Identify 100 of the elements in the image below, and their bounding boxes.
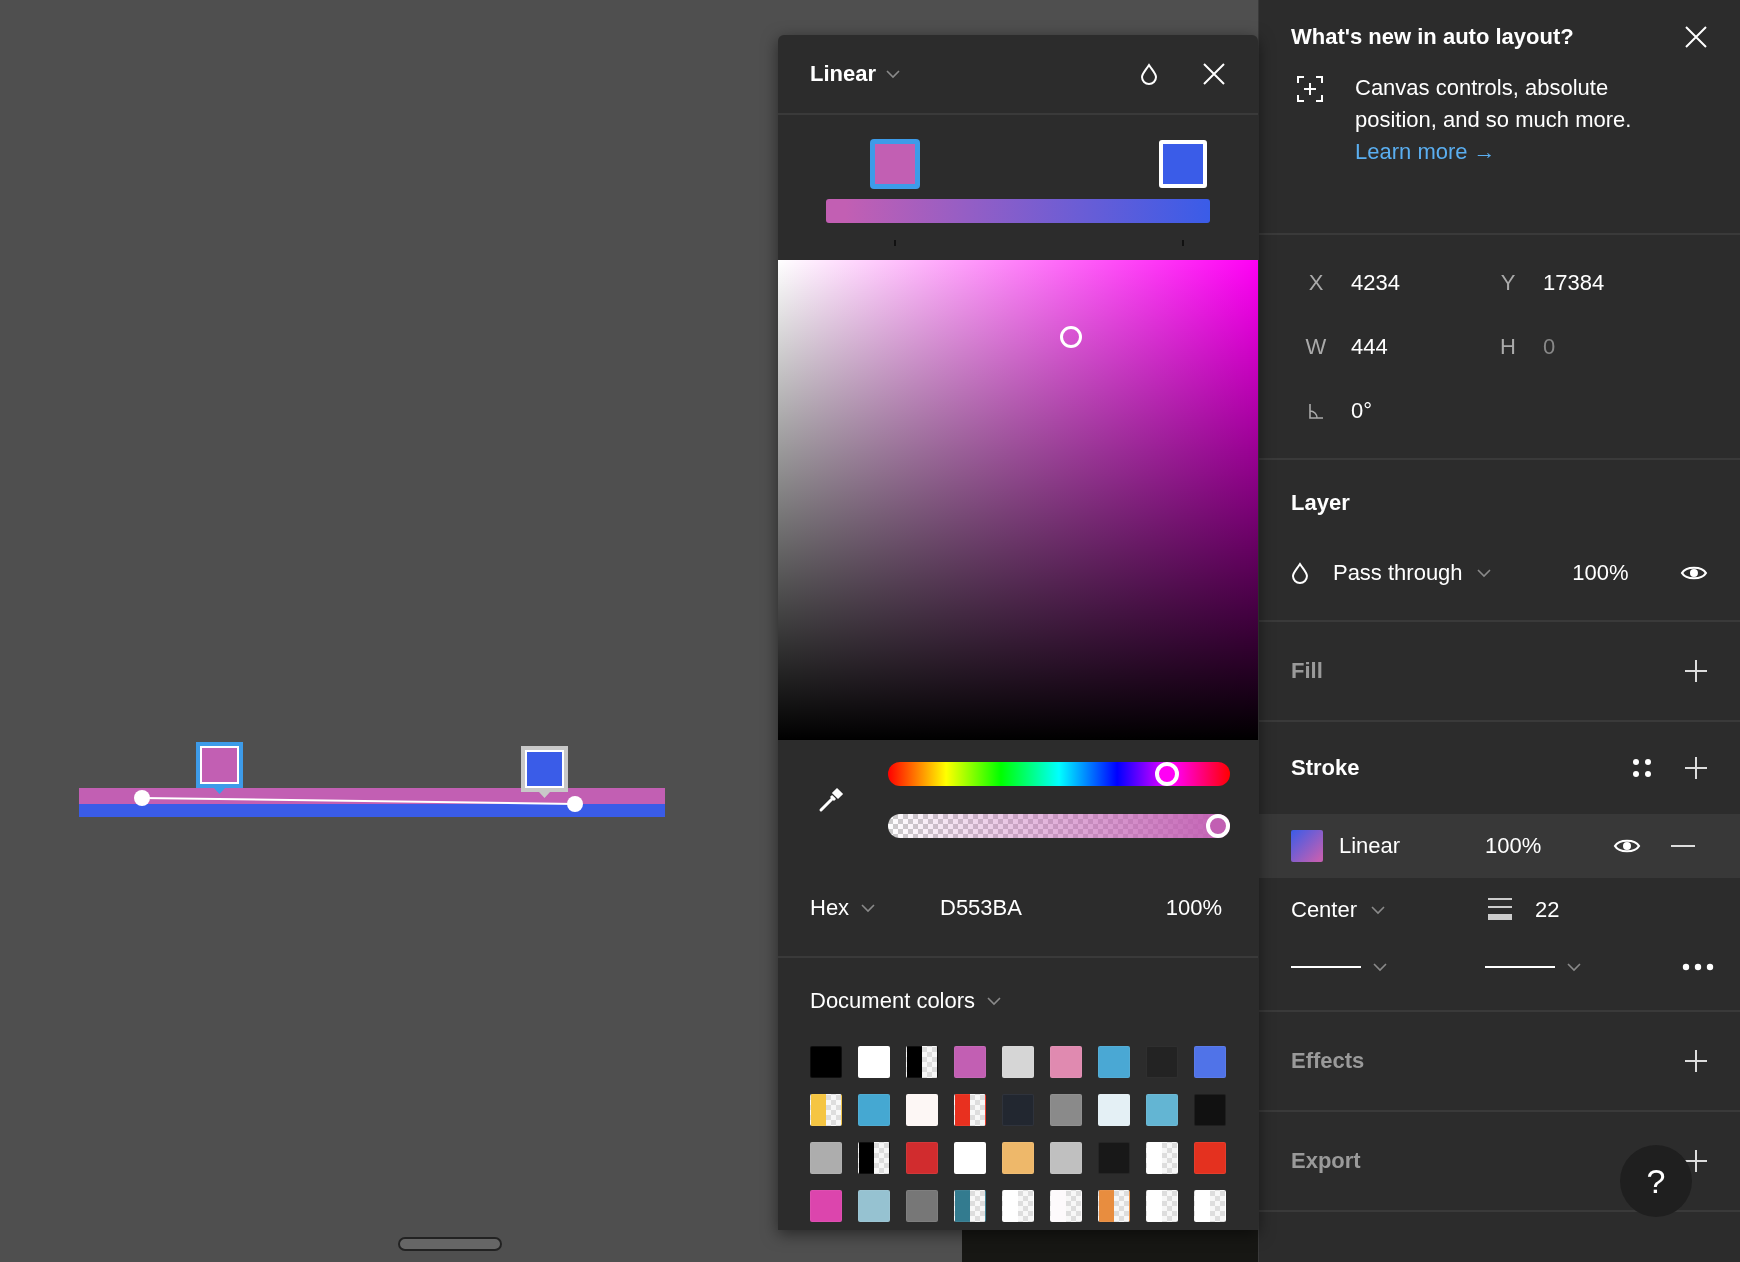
more-icon[interactable] xyxy=(1682,963,1714,971)
color-swatch[interactable] xyxy=(1098,1094,1130,1126)
color-swatch[interactable] xyxy=(1050,1142,1082,1174)
dimension-input[interactable]: 17384 xyxy=(1533,269,1708,296)
chevron-down-icon xyxy=(1371,905,1386,915)
opacity-slider[interactable] xyxy=(888,814,1230,838)
gradient-handle[interactable] xyxy=(134,790,583,812)
color-swatch[interactable] xyxy=(1002,1142,1034,1174)
scroll-handle[interactable] xyxy=(398,1237,502,1251)
close-icon[interactable] xyxy=(1684,25,1708,49)
color-swatch[interactable] xyxy=(954,1046,986,1078)
line-icon xyxy=(1291,965,1361,969)
chevron-down-icon xyxy=(1567,962,1581,972)
color-format-dropdown[interactable]: Hex xyxy=(810,895,940,921)
color-stop[interactable] xyxy=(521,746,568,798)
stroke-paint-row[interactable]: Linear 100% xyxy=(1259,814,1740,878)
gradient-type-dropdown[interactable]: Linear xyxy=(810,61,901,87)
hex-input[interactable]: D553BA xyxy=(940,895,1120,921)
chevron-down-icon xyxy=(987,996,1002,1006)
frame-plus-icon xyxy=(1297,76,1323,102)
drop-icon xyxy=(1140,63,1158,85)
chevron-down-icon xyxy=(861,903,876,913)
color-swatch[interactable] xyxy=(810,1142,842,1174)
color-swatch[interactable] xyxy=(954,1190,986,1222)
color-field-thumb[interactable] xyxy=(1059,325,1082,348)
color-swatch[interactable] xyxy=(810,1046,842,1078)
drop-icon xyxy=(1291,562,1309,584)
field-label: H xyxy=(1499,333,1517,360)
color-swatch[interactable] xyxy=(1050,1094,1082,1126)
color-swatch[interactable] xyxy=(906,1094,938,1126)
color-swatch[interactable] xyxy=(1098,1046,1130,1078)
eye-icon[interactable] xyxy=(1680,564,1708,582)
paint-type-label: Linear xyxy=(1339,833,1402,859)
rotation-input[interactable]: 0° xyxy=(1341,397,1483,424)
minus-icon[interactable] xyxy=(1671,844,1695,848)
color-swatch[interactable] xyxy=(810,1190,842,1222)
chevron-down-icon xyxy=(1476,568,1491,578)
color-swatch[interactable] xyxy=(1194,1190,1226,1222)
eye-icon[interactable] xyxy=(1613,837,1641,855)
section-title: Export xyxy=(1291,1148,1361,1174)
line-icon xyxy=(1485,965,1555,969)
section-title: Layer xyxy=(1291,490,1350,516)
color-swatch[interactable] xyxy=(1050,1046,1082,1078)
stroke-weight-icon xyxy=(1487,897,1513,923)
slider-thumb[interactable] xyxy=(1155,762,1180,786)
color-swatch[interactable] xyxy=(1194,1094,1226,1126)
hue-slider[interactable] xyxy=(888,762,1230,786)
section-title: Effects xyxy=(1291,1048,1365,1074)
color-swatch[interactable] xyxy=(858,1094,890,1126)
opacity-input[interactable]: 100% xyxy=(1165,895,1222,921)
plus-icon[interactable] xyxy=(1684,659,1708,683)
announcement-title: What's new in auto layout? xyxy=(1291,24,1574,50)
color-swatch[interactable] xyxy=(1098,1190,1130,1222)
color-swatch[interactable] xyxy=(1194,1046,1226,1078)
paint-opacity-input[interactable]: 100% xyxy=(1485,833,1613,859)
dimension-input[interactable]: 4234 xyxy=(1341,269,1483,296)
color-swatch[interactable] xyxy=(906,1142,938,1174)
color-swatch[interactable] xyxy=(906,1046,938,1078)
section-title: Fill xyxy=(1291,658,1323,684)
gradient-swatch[interactable] xyxy=(1291,830,1323,862)
color-swatch[interactable] xyxy=(954,1094,986,1126)
stroke-weight-input[interactable]: 22 xyxy=(1535,897,1560,923)
color-swatch[interactable] xyxy=(954,1142,986,1174)
color-library-dropdown[interactable]: Document colors xyxy=(810,988,1002,1014)
styles-icon[interactable] xyxy=(1632,758,1652,778)
color-swatch[interactable] xyxy=(906,1190,938,1222)
eyedropper-icon[interactable] xyxy=(817,786,845,814)
color-swatch[interactable] xyxy=(858,1142,890,1174)
stroke-align-dropdown[interactable]: Center xyxy=(1291,897,1487,923)
slider-thumb[interactable] xyxy=(1206,814,1230,838)
plus-icon[interactable] xyxy=(1684,756,1708,780)
color-swatch[interactable] xyxy=(1050,1190,1082,1222)
color-swatch[interactable] xyxy=(858,1190,890,1222)
blend-mode-dropdown[interactable]: Pass through xyxy=(1332,560,1573,586)
color-swatch[interactable] xyxy=(1146,1094,1178,1126)
section-title: Stroke xyxy=(1291,755,1360,781)
field-label: X xyxy=(1307,269,1325,296)
color-swatch[interactable] xyxy=(858,1046,890,1078)
plus-icon[interactable] xyxy=(1684,1049,1708,1073)
field-label: Y xyxy=(1499,269,1517,296)
announcement-text: Canvas controls, absolute position, and so much more. Learn more → xyxy=(1355,74,1633,166)
color-swatch[interactable] xyxy=(1002,1190,1034,1222)
color-swatch[interactable] xyxy=(810,1094,842,1126)
gradient-bar[interactable] xyxy=(826,199,1210,223)
gradient-stroke-line[interactable] xyxy=(79,788,665,817)
color-swatch[interactable] xyxy=(1002,1046,1034,1078)
color-swatch[interactable] xyxy=(1194,1142,1226,1174)
color-stop[interactable] xyxy=(871,140,920,188)
chevron-down-icon xyxy=(886,69,901,79)
field-label: W xyxy=(1304,333,1328,360)
learn-more-link[interactable]: Learn more → xyxy=(1355,139,1496,164)
color-swatch[interactable] xyxy=(1146,1190,1178,1222)
chevron-down-icon xyxy=(1373,962,1387,972)
close-icon[interactable] xyxy=(1202,62,1226,86)
color-stop[interactable] xyxy=(196,742,243,794)
dimension-input[interactable]: 444 xyxy=(1341,333,1483,360)
plus-icon[interactable] xyxy=(1684,1149,1708,1173)
color-field[interactable] xyxy=(778,260,1258,740)
color-swatch[interactable] xyxy=(1146,1142,1178,1174)
layer-opacity-input[interactable]: 100% xyxy=(1572,560,1681,586)
